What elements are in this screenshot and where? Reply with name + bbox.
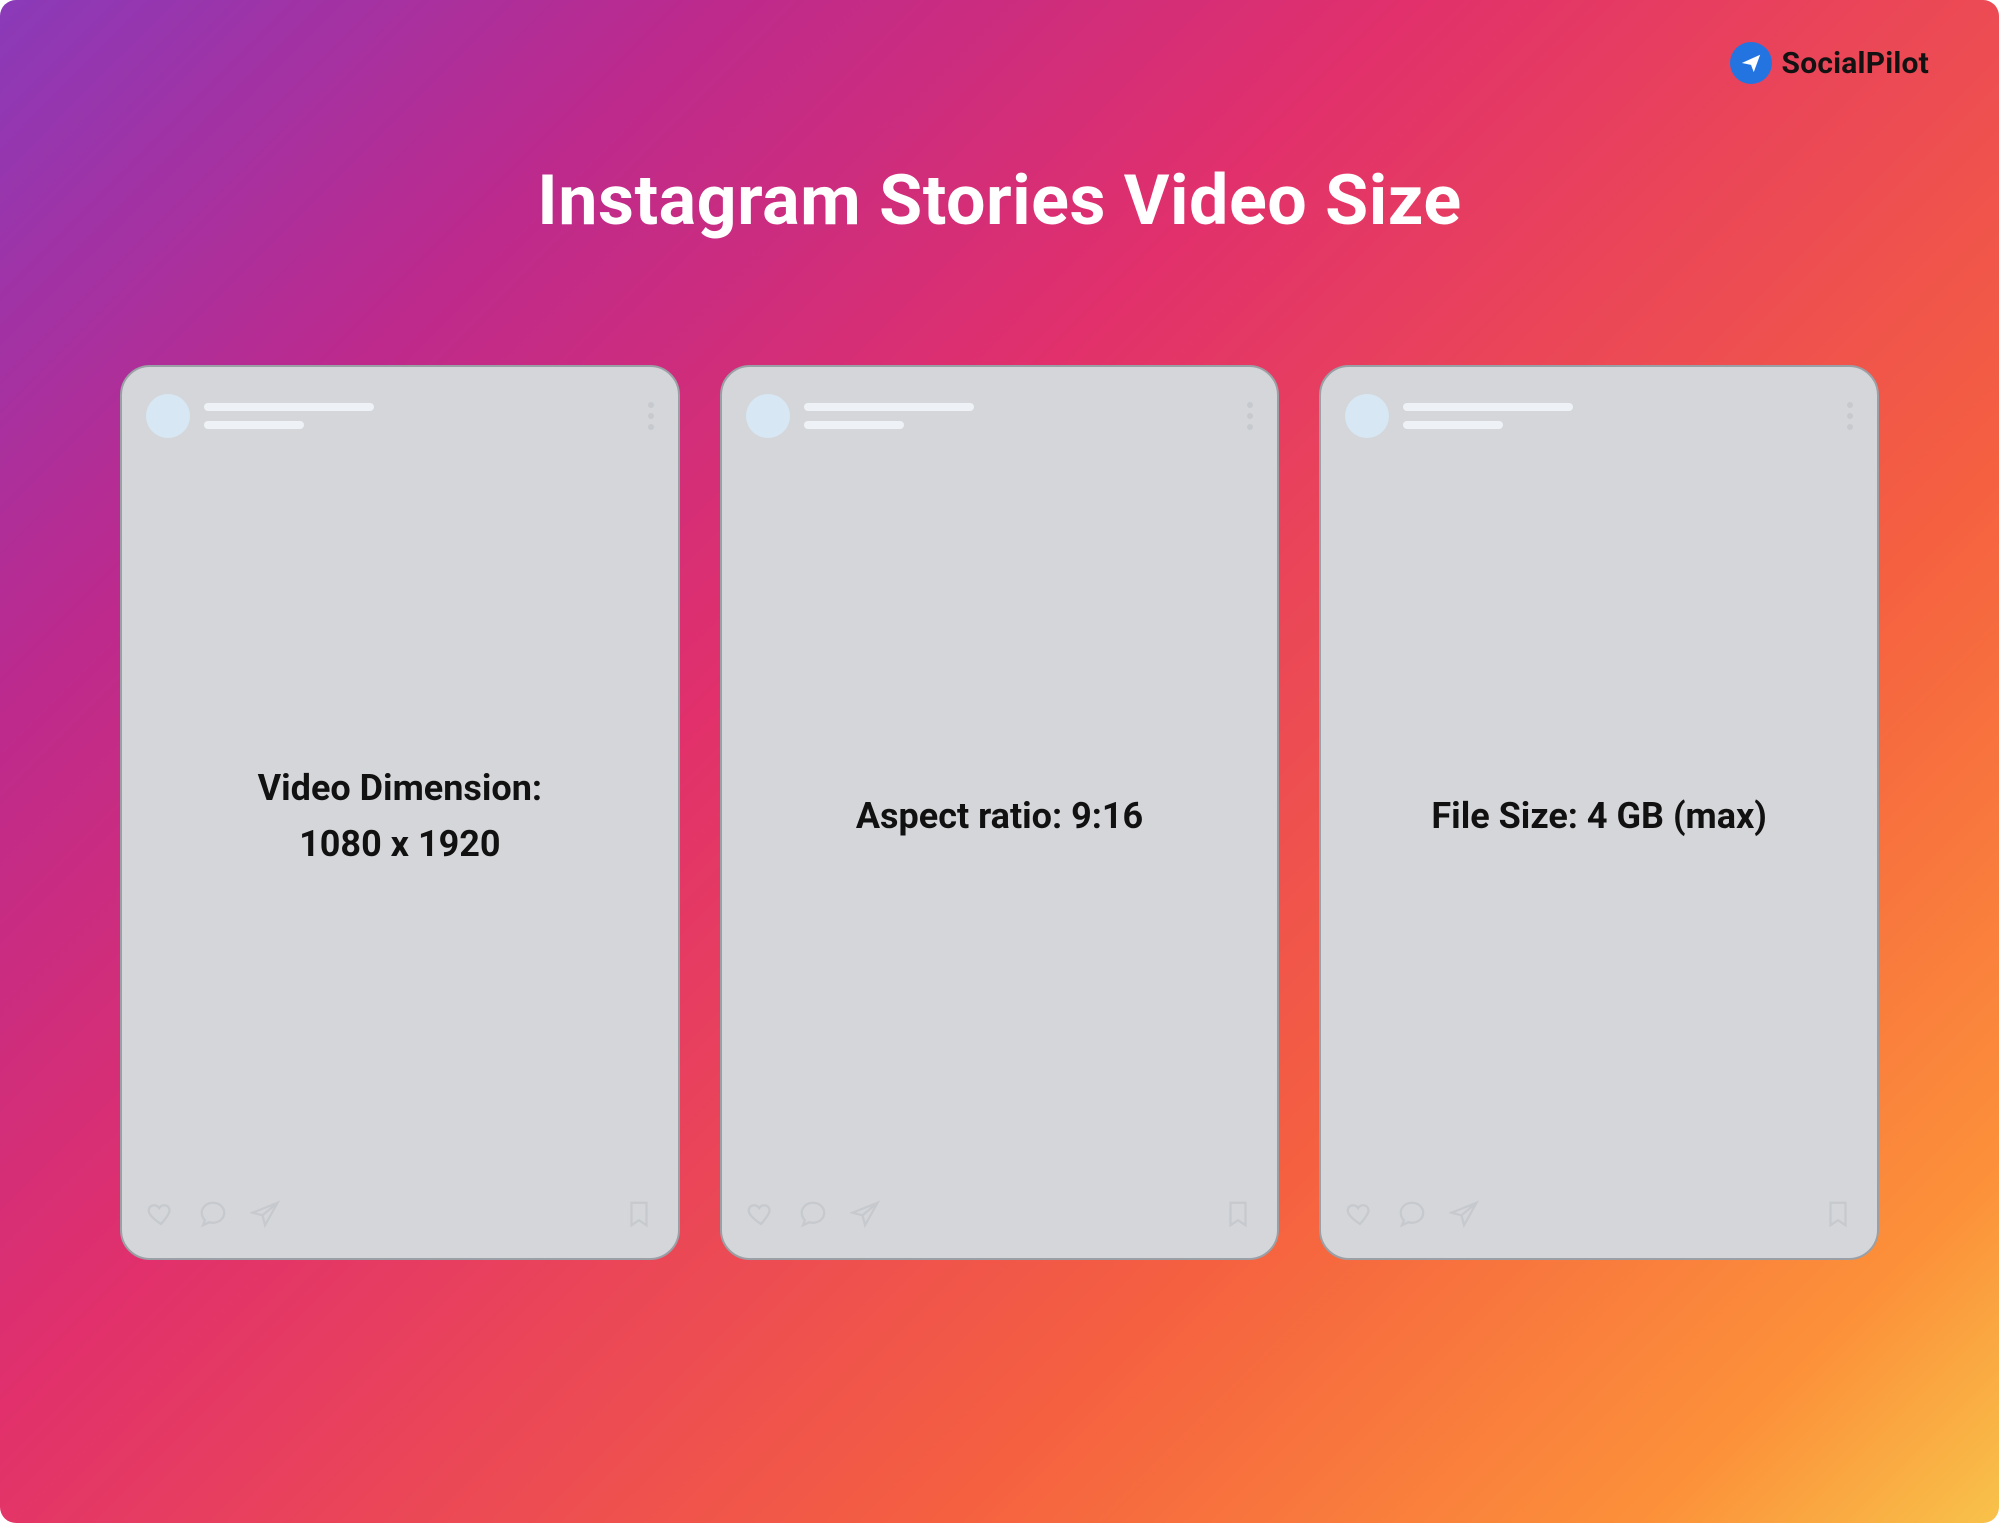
header-text-placeholder (804, 403, 974, 429)
paper-plane-icon (1730, 42, 1772, 84)
card-content: File Size: 4 GB (max) (1345, 445, 1853, 1188)
avatar-placeholder (146, 394, 190, 438)
header-text-placeholder (1403, 403, 1573, 429)
avatar-placeholder (746, 394, 790, 438)
avatar-placeholder (1345, 394, 1389, 438)
bookmark-icon (1223, 1199, 1253, 1229)
card-header (746, 387, 1254, 445)
more-icon (1847, 402, 1853, 430)
aspect-label: Aspect ratio: 9:16 (856, 789, 1143, 845)
dimension-label: Video Dimension: (258, 761, 542, 817)
card-footer (146, 1188, 654, 1240)
heart-icon (746, 1199, 776, 1229)
more-icon (1247, 402, 1253, 430)
heart-icon (146, 1199, 176, 1229)
bookmark-icon (624, 1199, 654, 1229)
card-footer (746, 1188, 1254, 1240)
cards-row: Video Dimension: 1080 x 1920 (120, 365, 1879, 1260)
brand-logo: SocialPilot (1730, 42, 1929, 84)
share-icon (1449, 1199, 1479, 1229)
card-content: Video Dimension: 1080 x 1920 (146, 445, 654, 1188)
comment-icon (798, 1199, 828, 1229)
share-icon (250, 1199, 280, 1229)
card-header (1345, 387, 1853, 445)
story-card-filesize: File Size: 4 GB (max) (1319, 365, 1879, 1260)
card-header (146, 387, 654, 445)
page-title: Instagram Stories Video Size (0, 160, 1999, 242)
comment-icon (1397, 1199, 1427, 1229)
file-size-label: File Size: 4 GB (max) (1431, 789, 1767, 845)
more-icon (648, 402, 654, 430)
comment-icon (198, 1199, 228, 1229)
heart-icon (1345, 1199, 1375, 1229)
card-footer (1345, 1188, 1853, 1240)
header-text-placeholder (204, 403, 374, 429)
instagram-story-size-infographic: SocialPilot Instagram Stories Video Size… (0, 0, 1999, 1523)
bookmark-icon (1823, 1199, 1853, 1229)
card-content: Aspect ratio: 9:16 (746, 445, 1254, 1188)
story-card-dimension: Video Dimension: 1080 x 1920 (120, 365, 680, 1260)
story-card-aspect: Aspect ratio: 9:16 (720, 365, 1280, 1260)
dimension-value: 1080 x 1920 (299, 817, 500, 873)
brand-name: SocialPilot (1782, 46, 1929, 81)
share-icon (850, 1199, 880, 1229)
